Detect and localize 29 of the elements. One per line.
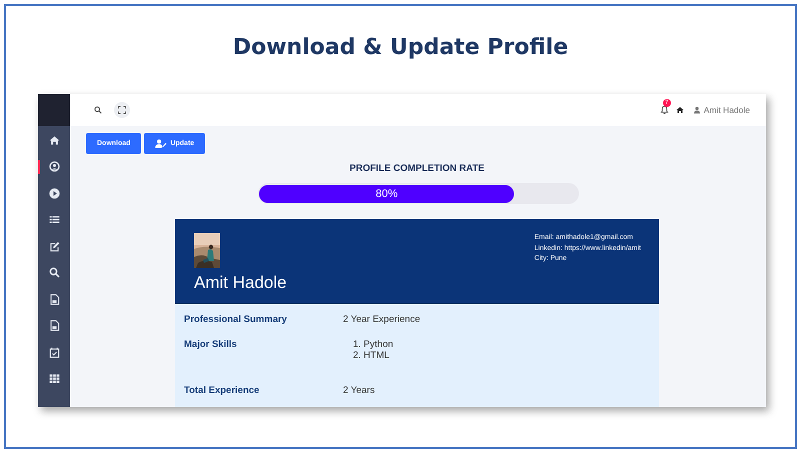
file-icon: [48, 294, 60, 305]
calendar-icon: [48, 346, 60, 358]
play-icon: [48, 188, 60, 199]
bell-icon[interactable]: [660, 105, 669, 115]
field-label: Major Skills: [184, 339, 238, 352]
grid-icon: [48, 373, 60, 384]
field-value: 2 Years: [343, 385, 375, 396]
search-icon[interactable]: [94, 106, 102, 114]
progress-fill: 80%: [259, 184, 514, 202]
user-edit-icon: [155, 139, 168, 148]
edit-icon: [48, 240, 60, 252]
search-icon: [48, 267, 60, 278]
page-title: Download & Update Profile: [232, 34, 570, 62]
list-icon: [48, 214, 60, 226]
fullscreen-icon[interactable]: [114, 102, 130, 118]
home-icon: [48, 134, 60, 146]
profile-name: Amit Hadole: [194, 273, 288, 293]
user-icon: [48, 161, 60, 172]
sidebar-header: [38, 94, 70, 126]
progress-title: PROFILE COMPLETION RATE: [348, 163, 486, 174]
user-icon: [694, 106, 700, 114]
skill-item: 2. HTML: [353, 350, 390, 361]
file-icon: [48, 320, 60, 332]
user-name[interactable]: Amit Hadole: [704, 105, 750, 115]
home-icon[interactable]: [676, 106, 684, 114]
field-label: Professional Summary: [184, 314, 288, 325]
skill-item: 1. Python: [353, 339, 394, 350]
field-label: Total Experience: [184, 385, 260, 396]
field-value: 2 Year Experience: [343, 314, 420, 325]
